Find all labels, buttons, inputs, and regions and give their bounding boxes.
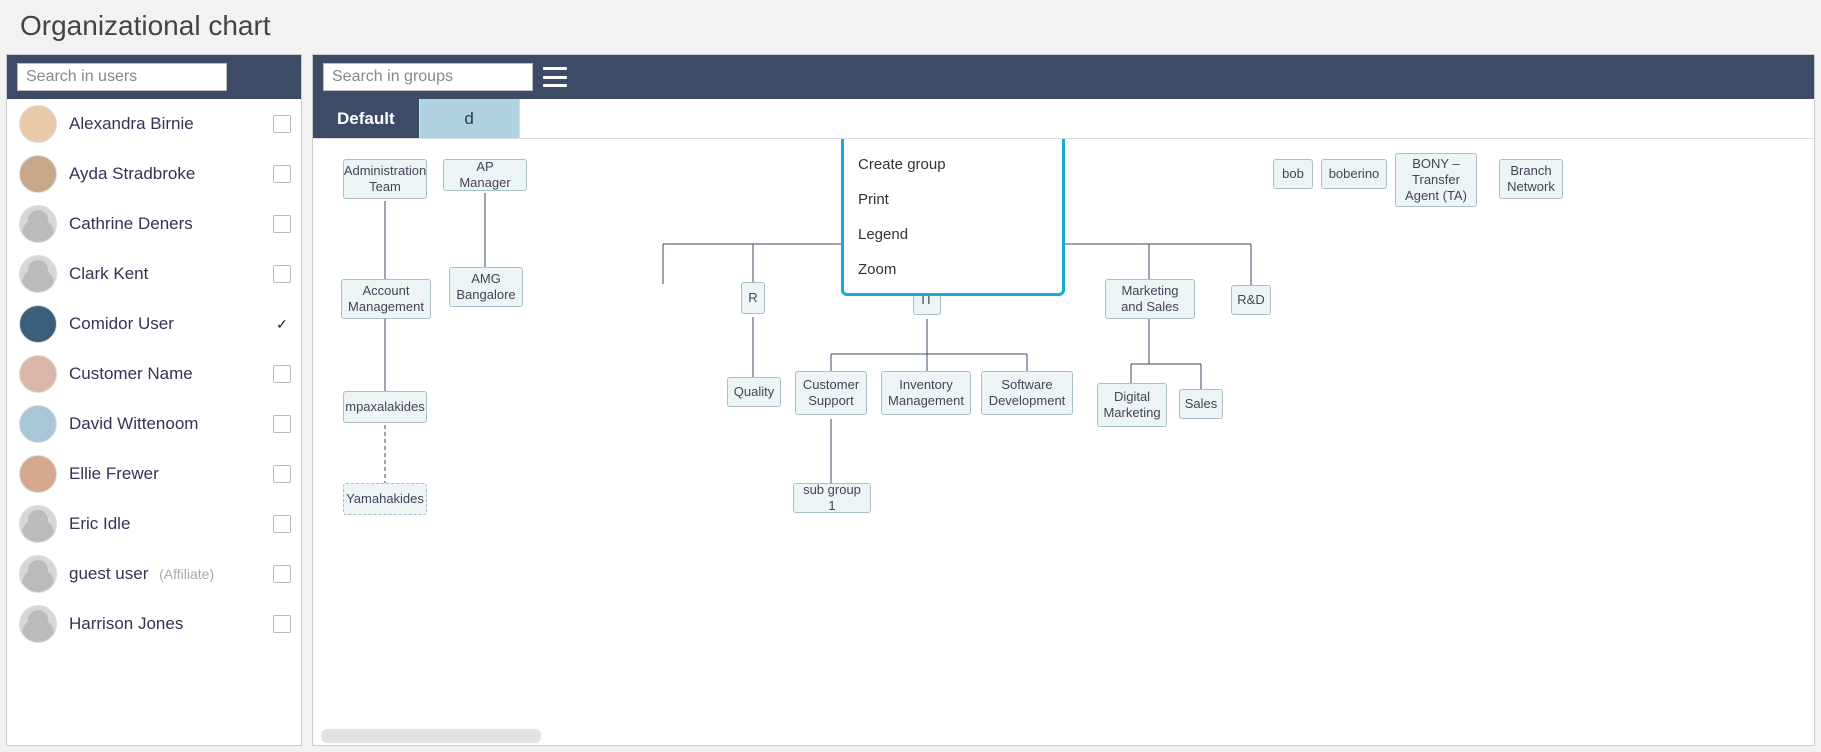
- user-checkbox[interactable]: [273, 565, 291, 583]
- user-checkbox[interactable]: [273, 515, 291, 533]
- groups-search-input[interactable]: [323, 63, 533, 91]
- node-rd[interactable]: R&D: [1231, 285, 1271, 315]
- node-admin-team[interactable]: Administration Team: [343, 159, 427, 199]
- user-list[interactable]: Alexandra Birnie Ayda Stradbroke Cathrine …: [7, 99, 301, 745]
- users-panel: Alexandra Birnie Ayda Stradbroke Cathrine …: [6, 54, 302, 746]
- page-title: Organizational chart: [0, 0, 1821, 54]
- user-row[interactable]: Alexandra Birnie: [7, 99, 301, 149]
- node-amg-bangalore[interactable]: AMG Bangalore: [449, 267, 523, 307]
- user-row[interactable]: Clark Kent: [7, 249, 301, 299]
- user-row[interactable]: Ayda Stradbroke: [7, 149, 301, 199]
- avatar: [19, 105, 57, 143]
- user-name: Comidor User: [69, 314, 265, 334]
- user-name: Clark Kent: [69, 264, 265, 284]
- avatar: [19, 455, 57, 493]
- user-row[interactable]: Harrison Jones: [7, 599, 301, 649]
- avatar: [19, 605, 57, 643]
- menu-item-create-group[interactable]: Create group: [844, 147, 1062, 182]
- user-name: Alexandra Birnie: [69, 114, 265, 134]
- user-checkbox[interactable]: [273, 165, 291, 183]
- node-quality[interactable]: Quality: [727, 377, 781, 407]
- user-sub: (Affiliate): [159, 566, 214, 582]
- chart-body[interactable]: Administration Team AP Manager AMG Banga…: [313, 139, 1814, 745]
- user-name: Ayda Stradbroke: [69, 164, 265, 184]
- user-name: Eric Idle: [69, 514, 265, 534]
- node-customer-support[interactable]: Customer Support: [795, 371, 867, 415]
- users-header: [7, 55, 301, 99]
- user-name: Harrison Jones: [69, 614, 265, 634]
- avatar: [19, 355, 57, 393]
- avatar: [19, 205, 57, 243]
- user-checkbox[interactable]: ✓: [273, 315, 291, 333]
- user-checkbox[interactable]: [273, 215, 291, 233]
- menu-item-add-user[interactable]: Add user: [844, 139, 1062, 147]
- user-checkbox[interactable]: [273, 465, 291, 483]
- hamburger-icon[interactable]: [543, 67, 567, 87]
- users-search-input[interactable]: [17, 63, 227, 91]
- avatar: [19, 555, 57, 593]
- user-name: Customer Name: [69, 364, 265, 384]
- avatar: [19, 305, 57, 343]
- user-row[interactable]: guest user (Affiliate): [7, 549, 301, 599]
- menu-item-zoom[interactable]: Zoom: [844, 252, 1062, 287]
- tabs: Defaultd: [313, 99, 1814, 139]
- chart-actions-menu: Add userCreate groupPrintLegendZoom: [841, 139, 1065, 296]
- user-name: David Wittenoom: [69, 414, 265, 434]
- user-row[interactable]: Eric Idle: [7, 499, 301, 549]
- node-sub-group[interactable]: sub group 1: [793, 483, 871, 513]
- node-bony[interactable]: BONY – Transfer Agent (TA): [1395, 153, 1477, 207]
- user-checkbox[interactable]: [273, 615, 291, 633]
- node-inventory[interactable]: Inventory Management: [881, 371, 971, 415]
- groups-header: [313, 55, 1814, 99]
- node-yamahakides[interactable]: Yamahakides: [343, 483, 427, 515]
- node-sales[interactable]: Sales: [1179, 389, 1223, 419]
- user-checkbox[interactable]: [273, 115, 291, 133]
- user-row[interactable]: Ellie Frewer: [7, 449, 301, 499]
- user-checkbox[interactable]: [273, 365, 291, 383]
- node-boberino[interactable]: boberino: [1321, 159, 1387, 189]
- node-ap-manager[interactable]: AP Manager: [443, 159, 527, 191]
- node-branch[interactable]: Branch Network: [1499, 159, 1563, 199]
- node-bob[interactable]: bob: [1273, 159, 1313, 189]
- tab-d[interactable]: d: [420, 99, 520, 138]
- node-marketing-sales[interactable]: Marketing and Sales: [1105, 279, 1195, 319]
- user-checkbox[interactable]: [273, 265, 291, 283]
- user-name: Ellie Frewer: [69, 464, 265, 484]
- user-row[interactable]: David Wittenoom: [7, 399, 301, 449]
- avatar: [19, 255, 57, 293]
- avatar: [19, 505, 57, 543]
- chart-panel: Defaultd: [312, 54, 1815, 746]
- node-r-hidden[interactable]: R: [741, 282, 765, 314]
- user-row[interactable]: Comidor User ✓: [7, 299, 301, 349]
- node-software-dev[interactable]: Software Development: [981, 371, 1073, 415]
- horizontal-scrollbar[interactable]: [321, 729, 541, 743]
- avatar: [19, 155, 57, 193]
- avatar: [19, 405, 57, 443]
- node-digital-marketing[interactable]: Digital Marketing: [1097, 383, 1167, 427]
- user-checkbox[interactable]: [273, 415, 291, 433]
- node-mpaxalakides[interactable]: mpaxalakides: [343, 391, 427, 423]
- menu-item-print[interactable]: Print: [844, 182, 1062, 217]
- user-row[interactable]: Customer Name: [7, 349, 301, 399]
- user-row[interactable]: Cathrine Deners: [7, 199, 301, 249]
- user-name: Cathrine Deners: [69, 214, 265, 234]
- menu-item-legend[interactable]: Legend: [844, 217, 1062, 252]
- user-name: guest user (Affiliate): [69, 564, 265, 584]
- node-account-mgmt[interactable]: Account Management: [341, 279, 431, 319]
- tab-default[interactable]: Default: [313, 99, 420, 138]
